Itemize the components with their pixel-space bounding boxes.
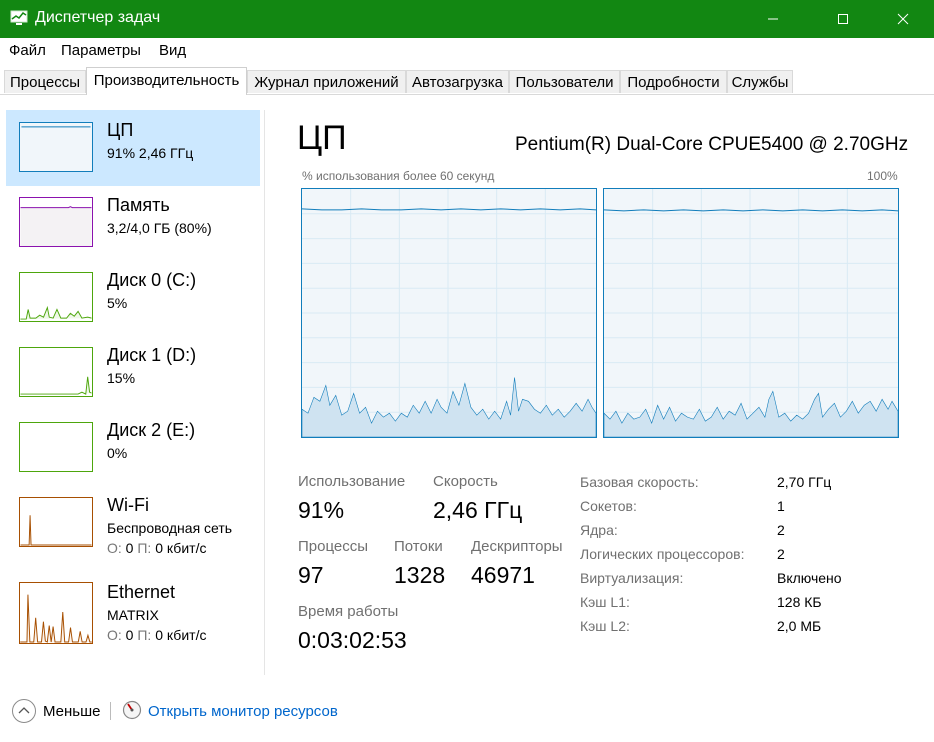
info-label-cores: Ядра: xyxy=(580,522,618,538)
info-value-logical-processors: 2 xyxy=(777,546,785,562)
title-bar[interactable]: Диспетчер задач xyxy=(0,0,934,38)
info-label-l2-cache: Кэш L2: xyxy=(580,618,630,634)
sidebar-cpu-title: ЦП xyxy=(107,120,134,140)
close-button[interactable] xyxy=(880,0,926,38)
sidebar-divider xyxy=(264,110,265,675)
info-label-l1-cache: Кэш L1: xyxy=(580,594,630,610)
sidebar-item-disk2[interactable]: Диск 2 (E:) 0% xyxy=(6,410,260,486)
info-value-l2-cache: 2,0 МБ xyxy=(777,618,822,634)
info-value-cores: 2 xyxy=(777,522,785,538)
tab-users[interactable]: Пользователи xyxy=(509,70,620,93)
sidebar-ethernet-subtitle: MATRIX xyxy=(107,607,159,623)
sidebar-item-cpu[interactable]: ЦП 91% 2,46 ГГц xyxy=(6,110,260,186)
sidebar-item-wifi[interactable]: Wi-Fi Беспроводная сеть О: 0 П: 0 кбит/с xyxy=(6,485,260,561)
uptime-label: Время работы xyxy=(298,603,399,620)
threads-value: 1328 xyxy=(394,562,446,588)
info-label-virtualization: Виртуализация: xyxy=(580,570,684,586)
info-value-base-speed: 2,70 ГГц xyxy=(777,474,832,490)
disk2-mini-graph xyxy=(19,422,93,472)
graph-max-label: 100% xyxy=(867,169,898,183)
sidebar-item-disk0[interactable]: Диск 0 (C:) 5% xyxy=(6,260,260,336)
sidebar-item-memory[interactable]: Память 3,2/4,0 ГБ (80%) xyxy=(6,185,260,261)
tab-details[interactable]: Подробности xyxy=(620,70,727,93)
cpu-core-0-graph xyxy=(301,188,597,438)
sidebar-ethernet-traffic: О: 0 П: 0 кбит/с xyxy=(107,627,207,643)
disk1-mini-graph xyxy=(19,347,93,397)
info-label-logical-processors: Логических процессоров: xyxy=(580,546,745,562)
menu-options[interactable]: Параметры xyxy=(61,42,141,59)
disk0-mini-graph xyxy=(19,272,93,322)
menu-file[interactable]: Файл xyxy=(9,42,46,59)
close-icon xyxy=(897,13,909,25)
uptime-value: 0:03:02:53 xyxy=(298,627,407,653)
fewer-details-label[interactable]: Меньше xyxy=(43,703,100,720)
task-manager-app-icon xyxy=(10,10,28,25)
info-value-virtualization: Включено xyxy=(777,570,842,586)
sidebar-disk2-title: Диск 2 (E:) xyxy=(107,420,196,440)
tab-app-history[interactable]: Журнал приложений xyxy=(247,70,406,93)
speed-value: 2,46 ГГц xyxy=(433,497,523,523)
chevron-up-icon xyxy=(18,707,30,714)
sidebar-wifi-title: Wi-Fi xyxy=(107,495,149,515)
usage-value: 91% xyxy=(298,497,345,523)
resource-sidebar: ЦП 91% 2,46 ГГц Память 3,2/4,0 ГБ (80%) … xyxy=(0,95,264,675)
tab-performance[interactable]: Производительность xyxy=(86,67,247,95)
sidebar-wifi-subtitle: Беспроводная сеть xyxy=(107,520,233,536)
sidebar-memory-title: Память xyxy=(107,195,170,215)
cpu-core-1-graph xyxy=(603,188,899,438)
open-resource-monitor-link[interactable]: Открыть монитор ресурсов xyxy=(148,703,338,720)
ethernet-mini-graph xyxy=(19,582,93,644)
usage-label: Использование xyxy=(298,473,406,490)
sidebar-disk0-title: Диск 0 (C:) xyxy=(107,270,197,290)
minimize-button[interactable] xyxy=(750,0,796,38)
footer-separator xyxy=(110,702,111,720)
sidebar-cpu-value: 91% 2,46 ГГц xyxy=(107,145,194,161)
page-title: ЦП xyxy=(297,119,347,157)
cpu-mini-graph xyxy=(19,122,93,172)
menu-view[interactable]: Вид xyxy=(159,42,186,59)
sidebar-disk1-title: Диск 1 (D:) xyxy=(107,345,197,365)
processes-label: Процессы xyxy=(298,538,369,555)
maximize-button[interactable] xyxy=(820,0,866,38)
info-label-sockets: Сокетов: xyxy=(580,498,637,514)
sidebar-memory-value: 3,2/4,0 ГБ (80%) xyxy=(107,220,212,236)
wifi-mini-graph xyxy=(19,497,93,547)
info-label-base-speed: Базовая скорость: xyxy=(580,474,699,490)
maximize-icon xyxy=(838,14,848,24)
tab-services[interactable]: Службы xyxy=(727,70,793,93)
fewer-details-button[interactable] xyxy=(12,699,36,723)
handles-value: 46971 xyxy=(471,562,535,588)
info-value-sockets: 1 xyxy=(777,498,785,514)
sidebar-disk2-value: 0% xyxy=(107,445,128,461)
tab-startup[interactable]: Автозагрузка xyxy=(406,70,509,93)
threads-label: Потоки xyxy=(394,538,443,555)
graph-caption: % использования более 60 секунд xyxy=(302,169,495,183)
sidebar-disk0-value: 5% xyxy=(107,295,128,311)
memory-mini-graph xyxy=(19,197,93,247)
tab-processes[interactable]: Процессы xyxy=(4,70,86,93)
processes-value: 97 xyxy=(298,562,324,588)
resource-monitor-icon xyxy=(122,700,142,720)
sidebar-ethernet-title: Ethernet xyxy=(107,582,176,602)
cpu-model-name: Pentium(R) Dual-Core CPUE5400 @ 2.70GHz xyxy=(515,134,909,155)
tab-strip: Процессы Производительность Журнал прило… xyxy=(0,67,934,95)
menu-bar: Файл Параметры Вид xyxy=(0,38,934,63)
sidebar-item-ethernet[interactable]: Ethernet MATRIX О: 0 П: 0 кбит/с xyxy=(6,572,260,648)
sidebar-wifi-traffic: О: 0 П: 0 кбит/с xyxy=(107,540,207,556)
info-value-l1-cache: 128 КБ xyxy=(777,594,822,610)
speed-label: Скорость xyxy=(433,473,498,490)
sidebar-item-disk1[interactable]: Диск 1 (D:) 15% xyxy=(6,335,260,411)
sidebar-disk1-value: 15% xyxy=(107,370,136,386)
minimize-icon xyxy=(768,18,778,20)
handles-label: Дескрипторы xyxy=(471,538,563,555)
window-title: Диспетчер задач xyxy=(35,9,161,26)
